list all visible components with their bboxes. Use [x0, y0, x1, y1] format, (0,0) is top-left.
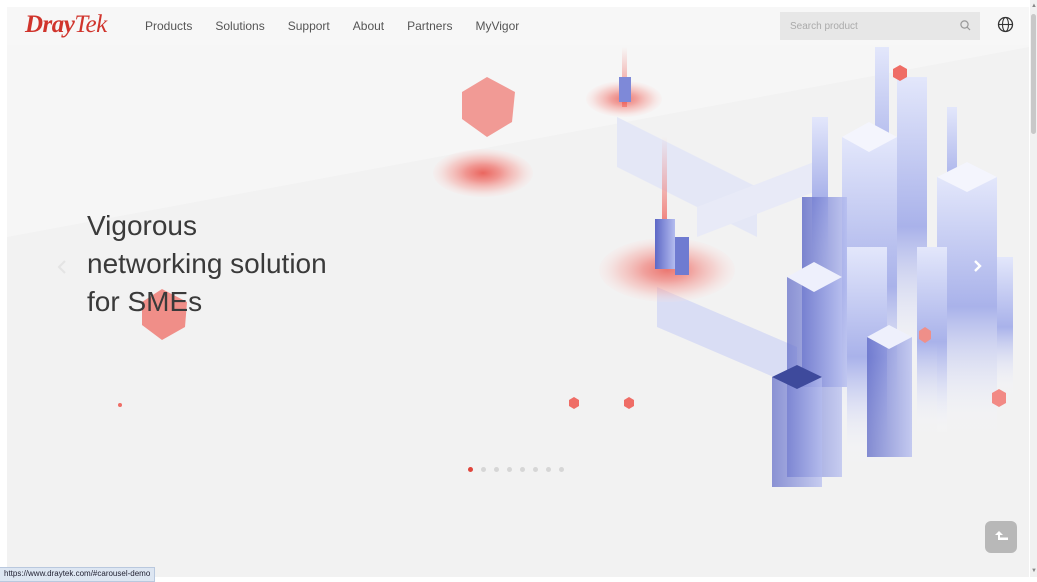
nav-item-myvigor[interactable]: MyVigor: [475, 19, 519, 33]
hero-line-1: Vigorous: [87, 210, 198, 241]
nav-item-support[interactable]: Support: [288, 19, 330, 33]
top-navbar: DrayTek Products Solutions Support About…: [7, 7, 1029, 45]
carousel-dot[interactable]: [546, 467, 551, 472]
carousel-dot[interactable]: [481, 467, 486, 472]
search-icon[interactable]: [959, 19, 972, 32]
main-nav: Products Solutions Support About Partner…: [145, 19, 542, 33]
back-to-top-button[interactable]: [985, 521, 1017, 553]
page: DrayTek Products Solutions Support About…: [7, 7, 1029, 577]
scroll-down-icon[interactable]: ▼: [1031, 567, 1037, 575]
carousel-dot[interactable]: [559, 467, 564, 472]
carousel-dot[interactable]: [533, 467, 538, 472]
draytek-logo[interactable]: DrayTek: [25, 11, 107, 39]
hero-line-2: networking solution: [87, 248, 327, 279]
globe-icon[interactable]: [997, 16, 1014, 33]
carousel-indicators: [468, 467, 572, 472]
chevron-right-icon[interactable]: [969, 255, 987, 277]
hero-line-3: for SMEs: [87, 286, 203, 317]
scroll-up-icon[interactable]: ▲: [1031, 2, 1037, 10]
logo-text-dray: Dray: [25, 11, 75, 38]
scrollbar-thumb[interactable]: [1031, 14, 1036, 134]
carousel-dot[interactable]: [494, 467, 499, 472]
search-input[interactable]: [780, 19, 952, 33]
arrow-up-icon: [995, 531, 1008, 540]
nav-item-about[interactable]: About: [353, 19, 384, 33]
product-search-box: [780, 12, 980, 40]
status-bar-url: https://www.draytek.com/#carousel-demo: [0, 567, 156, 582]
carousel-dot[interactable]: [507, 467, 512, 472]
chevron-left-icon[interactable]: [55, 257, 69, 277]
nav-item-solutions[interactable]: Solutions: [215, 19, 264, 33]
carousel-dot[interactable]: [468, 467, 473, 472]
page-scrollbar[interactable]: ▲ ▼: [1030, 0, 1037, 577]
carousel-dot[interactable]: [520, 467, 525, 472]
hero-headline: Vigorous networking solution for SMEs: [87, 207, 327, 321]
nav-item-partners[interactable]: Partners: [407, 19, 452, 33]
nav-item-products[interactable]: Products: [145, 19, 192, 33]
logo-text-tek: Tek: [74, 11, 107, 38]
